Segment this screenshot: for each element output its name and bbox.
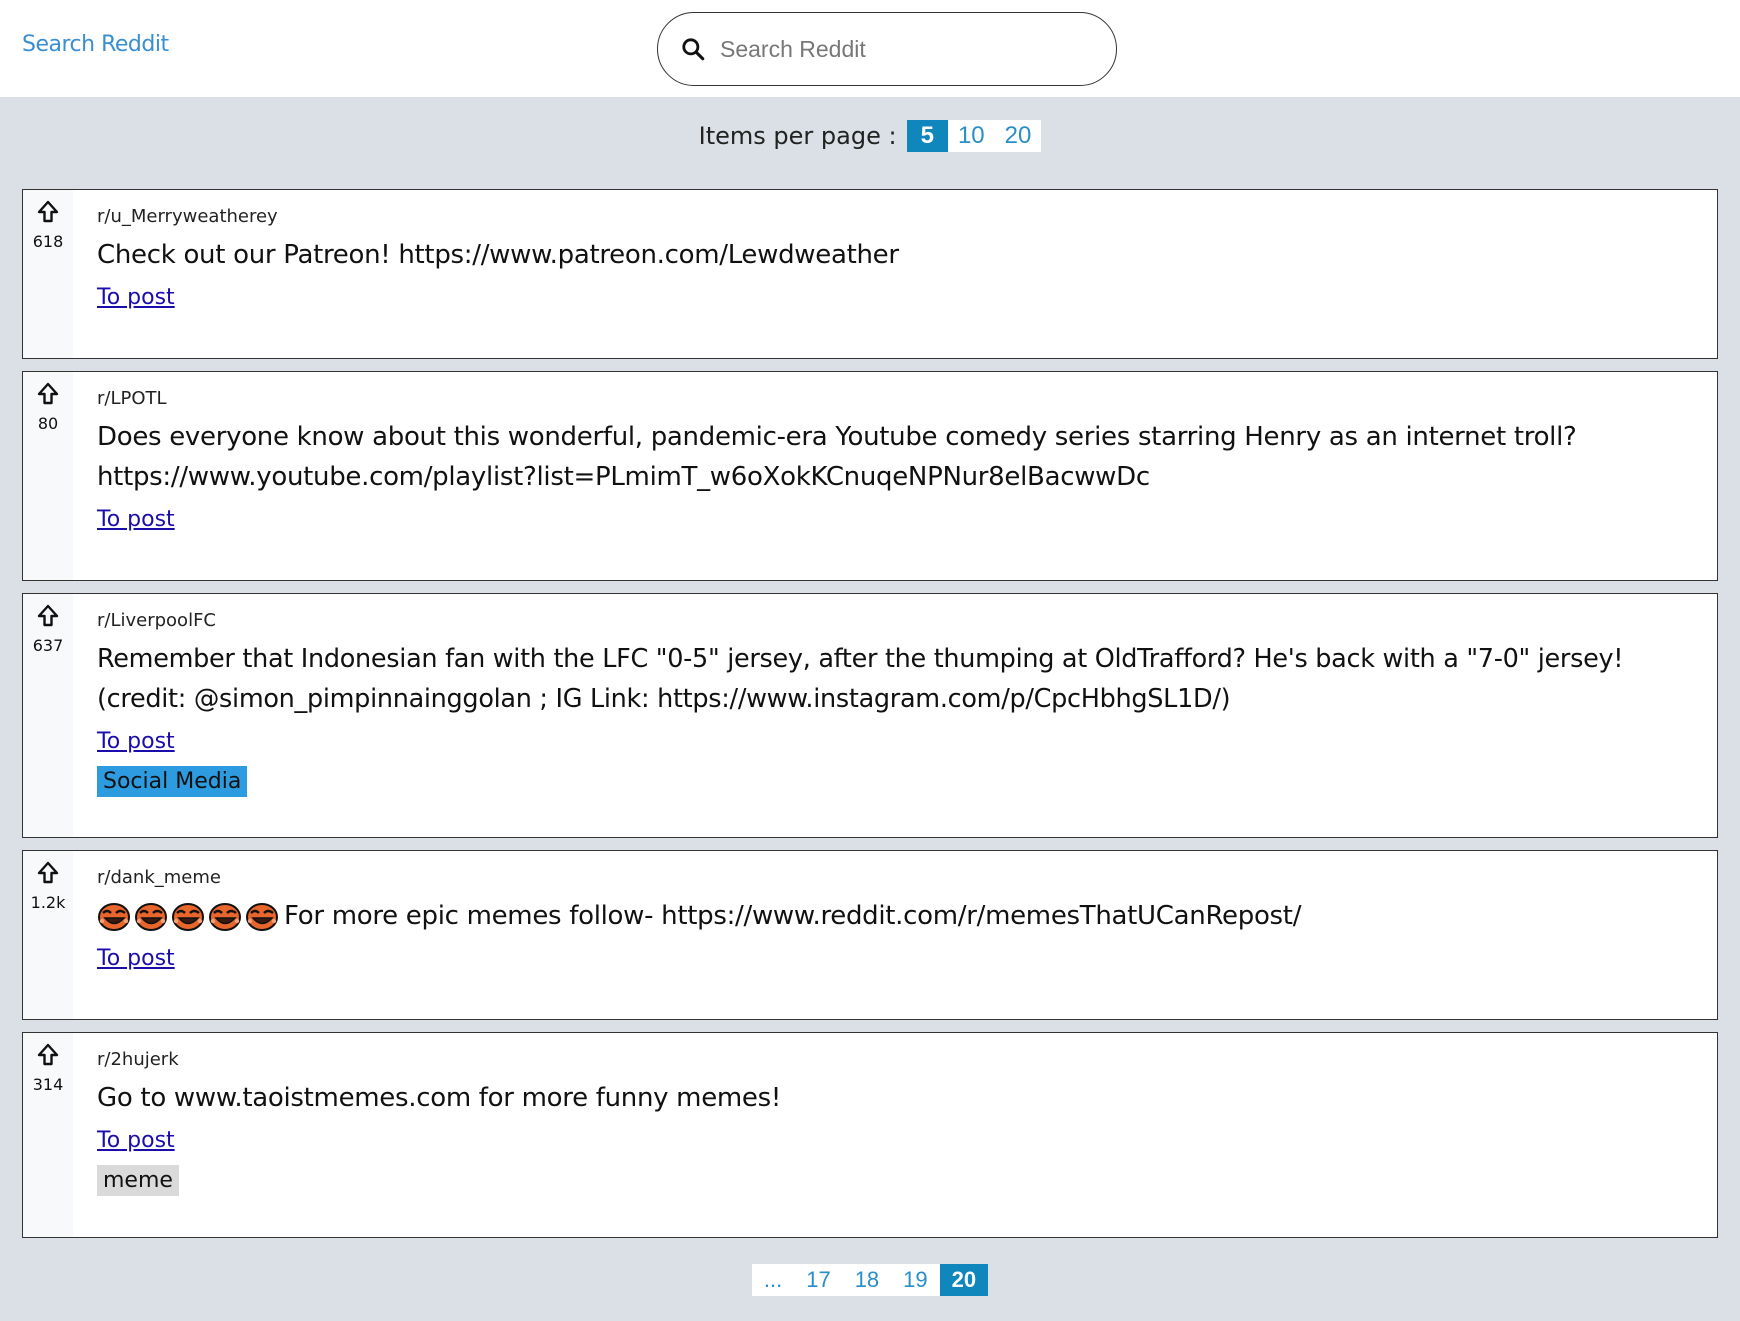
post-subreddit[interactable]: r/LiverpoolFC (97, 610, 1697, 631)
emoji-group (97, 902, 282, 932)
per-page-option-10[interactable]: 10 (948, 120, 995, 152)
page-19[interactable]: 19 (891, 1264, 939, 1296)
upvote-arrow-icon[interactable] (37, 200, 59, 224)
items-per-page-options: 5 10 20 (906, 120, 1042, 152)
to-post-link[interactable]: To post (97, 946, 175, 971)
to-post-link[interactable]: To post (97, 507, 175, 532)
post-score: 618 (32, 232, 64, 251)
page-20-current[interactable]: 20 (939, 1264, 989, 1296)
per-page-option-20[interactable]: 20 (995, 120, 1042, 152)
upvote-arrow-icon[interactable] (37, 604, 59, 628)
post-score: 80 (37, 414, 59, 433)
page-ellipsis[interactable]: ... (752, 1264, 794, 1296)
laughing-face-emoji-icon (172, 902, 204, 931)
vote-column: 637 (23, 594, 73, 837)
post-subreddit[interactable]: r/LPOTL (97, 388, 1697, 409)
search-input[interactable] (720, 35, 1100, 63)
search-icon (682, 38, 705, 61)
post-title: For more epic memes follow- https://www.… (97, 896, 1697, 936)
vote-column: 1.2k (23, 851, 73, 1019)
post-score: 637 (32, 636, 64, 655)
to-post-link[interactable]: To post (97, 1128, 175, 1153)
post-subreddit[interactable]: r/dank_meme (97, 867, 1697, 888)
post-list: 618 r/u_Merryweatherey Check out our Pat… (22, 189, 1718, 1250)
page-18[interactable]: 18 (843, 1264, 891, 1296)
laughing-face-emoji-icon (98, 902, 130, 931)
post-flair[interactable]: meme (97, 1165, 179, 1196)
post-flair[interactable]: Social Media (97, 766, 248, 797)
post-card: 618 r/u_Merryweatherey Check out our Pat… (22, 189, 1718, 359)
post-card: 314 r/2hujerk Go to www.taoistmemes.com … (22, 1032, 1718, 1238)
post-content: r/dank_meme For more epic memes follow- … (73, 851, 1717, 1019)
post-card: 80 r/LPOTL Does everyone know about this… (22, 371, 1718, 581)
upvote-arrow-icon[interactable] (37, 1043, 59, 1067)
search-box[interactable] (657, 12, 1117, 86)
items-per-page: Items per page : 5 10 20 (0, 120, 1740, 152)
items-per-page-label: Items per page : (698, 122, 897, 150)
post-title: Check out our Patreon! https://www.patre… (97, 240, 899, 270)
per-page-option-5[interactable]: 5 (906, 120, 948, 152)
pagination: ... 17 18 19 20 (0, 1264, 1740, 1296)
header: Search Reddit (0, 0, 1740, 97)
to-post-link[interactable]: To post (97, 285, 175, 310)
laughing-face-emoji-icon (209, 902, 241, 931)
upvote-arrow-icon[interactable] (37, 861, 59, 885)
post-score: 314 (32, 1075, 64, 1094)
vote-column: 618 (23, 190, 73, 358)
brand-logo-text[interactable]: Search Reddit (22, 32, 169, 57)
post-title: Go to www.taoistmemes.com for more funny… (97, 1083, 781, 1113)
vote-column: 80 (23, 372, 73, 580)
vote-column: 314 (23, 1033, 73, 1237)
post-subreddit[interactable]: r/u_Merryweatherey (97, 206, 1697, 227)
post-subreddit[interactable]: r/2hujerk (97, 1049, 1697, 1070)
post-content: r/LiverpoolFC Remember that Indonesian f… (73, 594, 1717, 837)
post-content: r/u_Merryweatherey Check out our Patreon… (73, 190, 1717, 358)
laughing-face-emoji-icon (135, 902, 167, 931)
post-title: Does everyone know about this wonderful,… (97, 422, 1577, 492)
post-card: 1.2k r/dank_meme For more epic memes fol… (22, 850, 1718, 1020)
post-content: r/2hujerk Go to www.taoistmemes.com for … (73, 1033, 1717, 1237)
to-post-link[interactable]: To post (97, 729, 175, 754)
post-score: 1.2k (30, 893, 66, 912)
pagination-group: ... 17 18 19 20 (751, 1264, 989, 1296)
post-title: Remember that Indonesian fan with the LF… (97, 644, 1624, 714)
laughing-face-emoji-icon (246, 902, 278, 931)
post-card: 637 r/LiverpoolFC Remember that Indonesi… (22, 593, 1718, 838)
post-title-text: For more epic memes follow- https://www.… (284, 901, 1302, 931)
upvote-arrow-icon[interactable] (37, 382, 59, 406)
post-content: r/LPOTL Does everyone know about this wo… (73, 372, 1717, 580)
page-17[interactable]: 17 (794, 1264, 842, 1296)
